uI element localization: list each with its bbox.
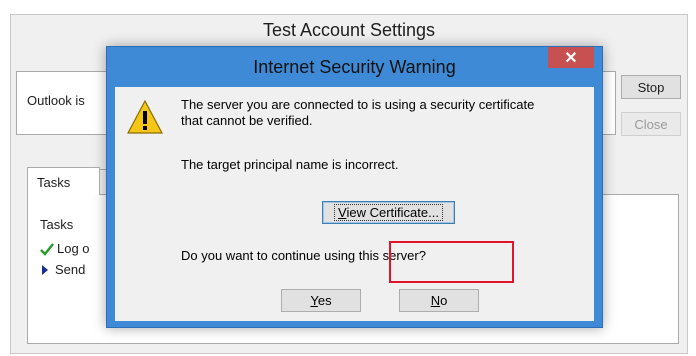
arrow-right-icon	[42, 264, 48, 275]
warning-message: The server you are connected to is using…	[181, 97, 591, 129]
yes-button[interactable]: Yes	[281, 289, 361, 312]
close-icon[interactable]: ✕	[548, 47, 594, 68]
task-label: Log o	[57, 241, 90, 256]
dialog-body: The server you are connected to is using…	[115, 87, 594, 321]
stop-button[interactable]: Stop	[621, 75, 681, 99]
warning-triangle-icon	[127, 100, 163, 134]
no-label: No	[430, 293, 448, 308]
tasks-column-header: Tasks	[40, 217, 74, 232]
yes-label: Yes	[310, 293, 332, 308]
status-text: Outlook is	[27, 93, 85, 108]
error-detail: The target principal name is incorrect.	[181, 157, 399, 172]
internet-security-warning-dialog: Internet Security Warning ✕ The server y…	[106, 46, 603, 328]
no-button[interactable]: No	[399, 289, 479, 312]
task-row: Log o	[40, 241, 90, 256]
tab-tasks[interactable]: Tasks	[27, 167, 100, 195]
close-button: Close	[621, 112, 681, 136]
dialog-title: Internet Security Warning	[253, 57, 456, 77]
task-label: Send	[55, 262, 86, 277]
warning-message-line2: that cannot be verified.	[181, 113, 313, 128]
view-certificate-button[interactable]: View Certificate...	[322, 201, 455, 224]
highlight-box	[389, 241, 514, 283]
view-certificate-label: View Certificate...	[334, 204, 443, 221]
checkmark-icon	[40, 242, 54, 256]
warning-message-line1: The server you are connected to is using…	[181, 97, 535, 112]
task-row: Send	[42, 262, 85, 277]
window-title: Test Account Settings	[262, 20, 436, 40]
